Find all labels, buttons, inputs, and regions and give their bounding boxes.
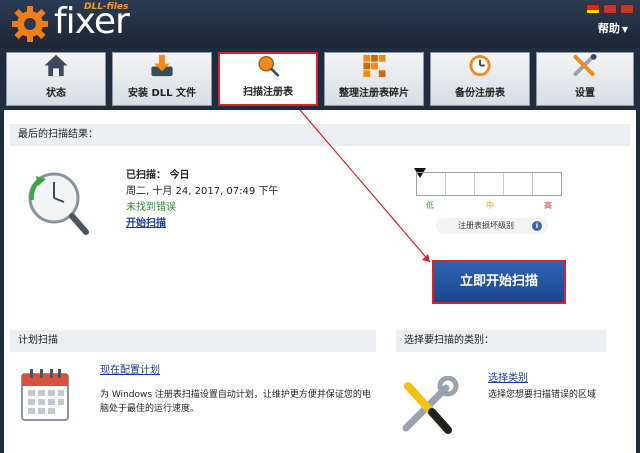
scan-status: 未找到错误 — [126, 202, 176, 213]
severity-mid-label: 中 — [486, 201, 494, 210]
help-menu[interactable]: 帮助 ▼ — [598, 20, 628, 36]
categories-header: 选择要扫描的类别： — [396, 330, 606, 352]
tab-install-dll-label: 安装 DLL 文件 — [127, 88, 196, 99]
gear-logo-icon — [12, 6, 48, 42]
tools-icon — [402, 376, 459, 434]
severity-legend-label: 注册表损坏级别 — [458, 221, 514, 230]
severity-cell — [417, 173, 446, 195]
severity-cell — [446, 173, 475, 195]
tab-bar: 状态 安装 DLL 文件 扫描注册表 整理注册表碎片 备份注册表 设置 — [0, 48, 640, 110]
home-icon — [44, 54, 68, 77]
scan-now-button[interactable]: 立即开始扫描 — [432, 260, 566, 304]
tab-install-dll[interactable]: 安装 DLL 文件 — [112, 52, 212, 106]
magnifier-clock-icon — [28, 172, 89, 235]
tab-status[interactable]: 状态 — [6, 52, 106, 106]
install-icon — [151, 54, 173, 77]
tab-backup-registry-label: 备份注册表 — [455, 88, 505, 99]
severity-cell — [475, 173, 504, 195]
start-scan-link[interactable]: 开始扫描 — [126, 216, 278, 232]
scan-datetime: 周二, 十月 24, 2017, 07:49 下午 — [126, 186, 279, 197]
scanned-label: 已扫描： 今日 — [126, 170, 190, 181]
configure-schedule-link[interactable]: 现在配置计划 — [100, 364, 376, 378]
categories-section: 选择类别 选择您想要扫描错误的区域 — [488, 372, 596, 402]
scan-icon — [258, 55, 280, 77]
select-categories-link[interactable]: 选择类别 — [488, 372, 596, 386]
severity-cell — [533, 173, 561, 195]
help-menu-label: 帮助 — [597, 22, 620, 35]
window-controls — [586, 4, 634, 14]
schedule-section: 现在配置计划 为 Windows 注册表扫描设置自动计划，让维护更方便并保证您的… — [100, 364, 376, 416]
defrag-icon — [363, 54, 386, 78]
tab-defrag-registry[interactable]: 整理注册表碎片 — [324, 52, 424, 106]
severity-high-label: 高 — [544, 201, 552, 210]
tab-defrag-registry-label: 整理注册表碎片 — [339, 88, 409, 99]
severity-legend: 注册表损坏级别 i — [436, 218, 548, 234]
language-flag-icon[interactable] — [586, 4, 600, 14]
minimize-button[interactable] — [603, 4, 617, 14]
schedule-description: 为 Windows 注册表扫描设置自动计划，让维护更方便并保证您的电脑处于最佳的… — [100, 390, 371, 414]
severity-cell — [504, 173, 533, 195]
main-panel: 最后的扫描结果： 已扫描： 今日 周二, 十月 24, 2017, 07:49 … — [4, 110, 636, 453]
last-scan-header: 最后的扫描结果： — [10, 124, 630, 146]
severity-low-label: 低 — [426, 201, 434, 210]
schedule-header: 计划扫描 — [10, 330, 376, 352]
calendar-icon — [21, 369, 69, 421]
app-logo-subtext: DLL-files — [84, 2, 129, 12]
tab-settings[interactable]: 设置 — [536, 52, 634, 106]
last-scan-info: 已扫描： 今日 周二, 十月 24, 2017, 07:49 下午 未找到错误 … — [126, 168, 278, 232]
severity-meter — [416, 172, 562, 196]
categories-description: 选择您想要扫描错误的区域 — [488, 390, 597, 400]
close-button[interactable] — [620, 4, 634, 14]
title-bar: fixer DLL-files 帮助 ▼ — [0, 0, 640, 48]
info-icon[interactable]: i — [532, 221, 542, 231]
tab-settings-label: 设置 — [575, 88, 595, 99]
tab-scan-registry[interactable]: 扫描注册表 — [218, 52, 318, 106]
tab-scan-registry-label: 扫描注册表 — [243, 87, 293, 98]
settings-icon — [573, 53, 597, 77]
tab-status-label: 状态 — [46, 88, 66, 99]
backup-icon — [469, 54, 491, 77]
tab-backup-registry[interactable]: 备份注册表 — [430, 52, 530, 106]
chevron-down-icon: ▼ — [621, 25, 628, 34]
